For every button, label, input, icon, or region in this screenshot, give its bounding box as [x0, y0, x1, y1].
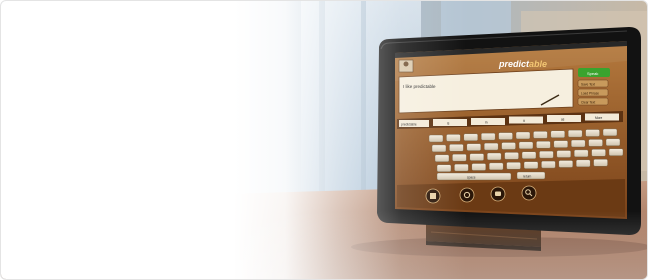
bottom-fade-overlay — [1, 211, 647, 279]
photo-frame: predictable I like predictable Speak Sav… — [0, 0, 648, 280]
